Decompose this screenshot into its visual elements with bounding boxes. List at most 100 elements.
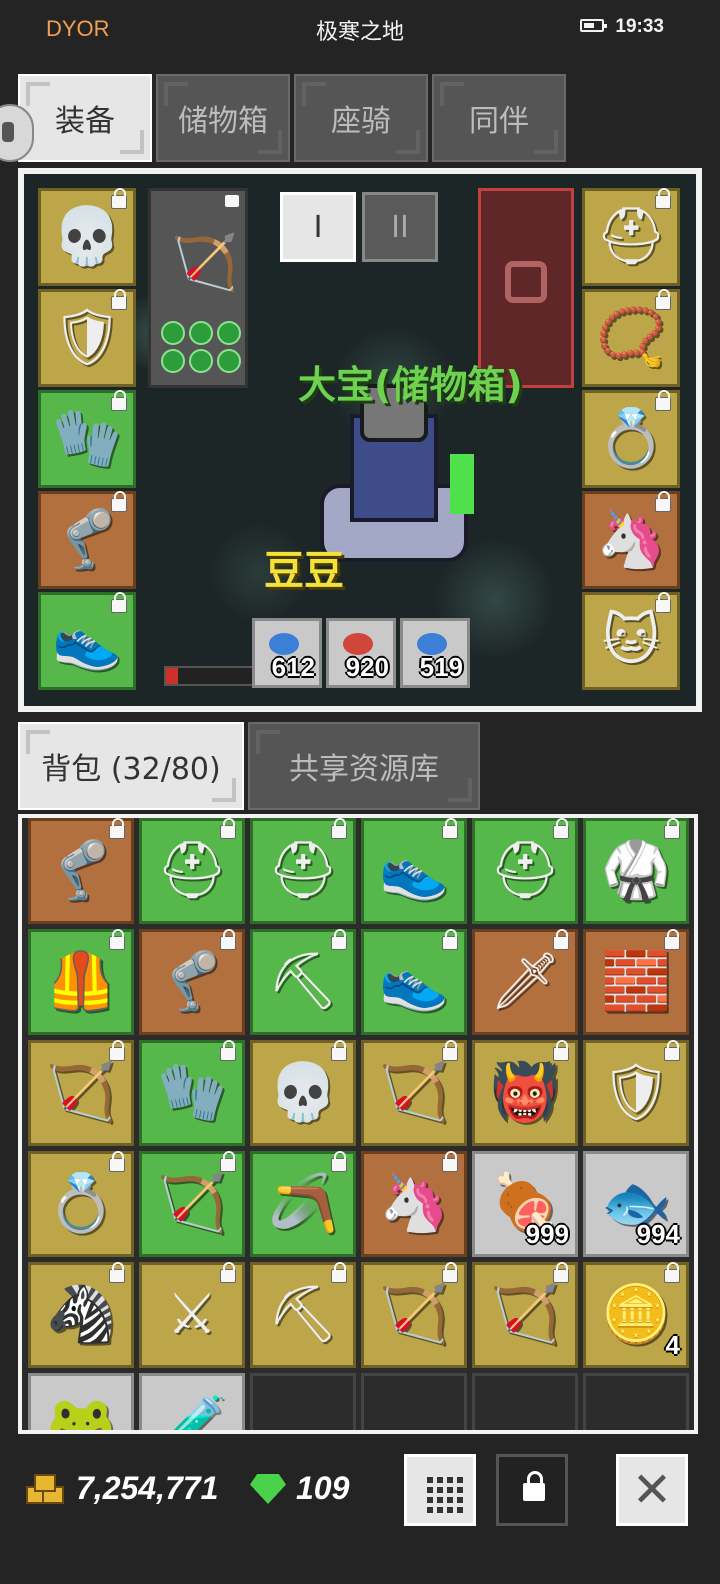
lock-icon — [225, 195, 239, 207]
item-slot[interactable]: ⛑ — [472, 818, 578, 924]
item-slot[interactable]: ⛑ — [582, 188, 680, 286]
lock-icon — [664, 1040, 680, 1061]
potion-bottle-icon: 🧪 — [157, 1393, 227, 1434]
tab-shared-storage[interactable]: 共享资源库 — [248, 722, 480, 810]
empty-slot[interactable] — [361, 1373, 467, 1430]
lock-icon — [553, 1262, 569, 1283]
item-slot[interactable]: 💀 — [38, 188, 136, 286]
item-slot[interactable]: 🏹 — [361, 1040, 467, 1146]
potion-slot[interactable]: 920 — [326, 618, 396, 688]
tab-companion[interactable]: 同伴 — [432, 74, 566, 162]
demon-helmet-icon: 👹 — [490, 1060, 560, 1125]
frog-icon: 🐸 — [46, 1393, 116, 1434]
item-slot[interactable]: 👟 — [38, 592, 136, 690]
item-slot[interactable]: 🛡 — [583, 1040, 689, 1146]
item-slot[interactable]: ⛑ — [250, 818, 356, 924]
item-slot[interactable]: 🧪 — [139, 1373, 245, 1434]
close-button[interactable]: ✕ — [616, 1454, 688, 1526]
status-bar: DYOR 极寒之地 19:33 — [0, 0, 720, 60]
lock-icon — [111, 592, 127, 613]
lock-icon — [655, 390, 671, 411]
empty-slot[interactable] — [583, 1373, 689, 1430]
lock-icon — [220, 818, 236, 839]
item-slot[interactable]: 🏹 — [139, 1151, 245, 1257]
lock-icon — [655, 592, 671, 613]
item-slot[interactable]: 🦿 — [139, 929, 245, 1035]
lock-icon — [523, 1471, 545, 1501]
lock-icon — [553, 1040, 569, 1061]
item-slot[interactable]: 💍 — [28, 1151, 134, 1257]
item-slot[interactable]: 🏹 — [361, 1262, 467, 1368]
item-slot[interactable]: 💍 — [582, 390, 680, 488]
item-slot[interactable]: 🐟 994 — [583, 1151, 689, 1257]
skull-helmet-icon: 💀 — [52, 204, 122, 269]
item-slot[interactable]: 🧤 — [139, 1040, 245, 1146]
weapon-slot[interactable]: 🏹 — [148, 188, 248, 388]
item-slot[interactable]: 🧤 — [38, 390, 136, 488]
grid-icon — [427, 1477, 463, 1513]
empty-slot[interactable] — [250, 1373, 356, 1430]
item-slot[interactable]: ⛏ — [250, 1262, 356, 1368]
item-slot[interactable]: 🐸 — [28, 1373, 134, 1434]
weapon-set-1-tab[interactable]: I — [280, 192, 356, 262]
ring-icon: 💍 — [46, 1171, 116, 1236]
item-slot[interactable]: 🦓 — [28, 1262, 134, 1368]
lock-icon — [331, 1040, 347, 1061]
lock-icon — [655, 188, 671, 209]
item-slot[interactable]: 🦿 — [28, 818, 134, 924]
item-slot[interactable]: 🛡 — [38, 289, 136, 387]
lock-icon — [109, 1040, 125, 1061]
tab-mount[interactable]: 座骑 — [294, 74, 428, 162]
unicorn-card-icon: 🦄 — [596, 507, 666, 572]
item-slot[interactable]: 🪃 — [250, 1151, 356, 1257]
item-slot[interactable]: 🦺 — [28, 929, 134, 1035]
item-slot[interactable]: 👹 — [472, 1040, 578, 1146]
item-slot[interactable]: 🧱 — [583, 929, 689, 1035]
tab-storage[interactable]: 储物箱 — [156, 74, 290, 162]
potion-count: 920 — [345, 652, 389, 682]
lock-icon — [655, 289, 671, 310]
potion-count: 519 — [419, 652, 463, 682]
item-slot[interactable]: 💀 — [250, 1040, 356, 1146]
item-slot[interactable]: 🏹 — [472, 1262, 578, 1368]
item-slot[interactable]: 🏹 — [28, 1040, 134, 1146]
sort-button[interactable] — [404, 1454, 476, 1526]
lock-toggle-button[interactable] — [496, 1454, 568, 1526]
horned-helmet-icon: ⛑ — [156, 838, 228, 903]
item-slot[interactable]: 👟 — [361, 929, 467, 1035]
item-slot[interactable]: 👟 — [361, 818, 467, 924]
gold-icon — [26, 1474, 66, 1504]
chest-armor-icon: 🥋 — [601, 838, 671, 903]
item-slot[interactable]: ⛏ — [250, 929, 356, 1035]
lock-icon — [553, 818, 569, 839]
item-slot[interactable]: 🦄 — [582, 491, 680, 589]
item-slot[interactable]: 🗡 — [472, 929, 578, 1035]
lock-icon — [111, 289, 127, 310]
lock-icon — [109, 818, 125, 839]
tab-backpack[interactable]: 背包 (32/80) — [18, 722, 244, 810]
item-slot[interactable]: 🦿 — [38, 491, 136, 589]
item-slot[interactable]: 🪙 4 — [583, 1262, 689, 1368]
lock-icon — [655, 491, 671, 512]
item-slot[interactable]: 🥋 — [583, 818, 689, 924]
empty-slot[interactable] — [472, 1373, 578, 1430]
potion-slot[interactable]: 612 — [252, 618, 322, 688]
weapon-set-2-tab[interactable]: II — [362, 192, 438, 262]
item-slot[interactable]: ⚔ — [139, 1262, 245, 1368]
lock-icon — [442, 1151, 458, 1172]
lock-icon — [442, 929, 458, 950]
tab-equipment[interactable]: 装备 — [18, 74, 152, 162]
item-slot[interactable]: 🦄 — [361, 1151, 467, 1257]
lock-icon — [442, 818, 458, 839]
item-slot[interactable]: 🐱 — [582, 592, 680, 690]
item-count: 994 — [636, 1219, 680, 1249]
potion-slot[interactable]: 519 — [400, 618, 470, 688]
close-icon: ✕ — [631, 1462, 673, 1518]
socket-gems — [161, 321, 241, 373]
lock-icon — [109, 929, 125, 950]
lock-icon — [220, 1151, 236, 1172]
item-slot[interactable]: ⛑ — [139, 818, 245, 924]
item-slot[interactable]: 🍖 999 — [472, 1151, 578, 1257]
character-name-label: 豆豆 — [264, 548, 344, 594]
item-slot[interactable]: 📿 — [582, 289, 680, 387]
